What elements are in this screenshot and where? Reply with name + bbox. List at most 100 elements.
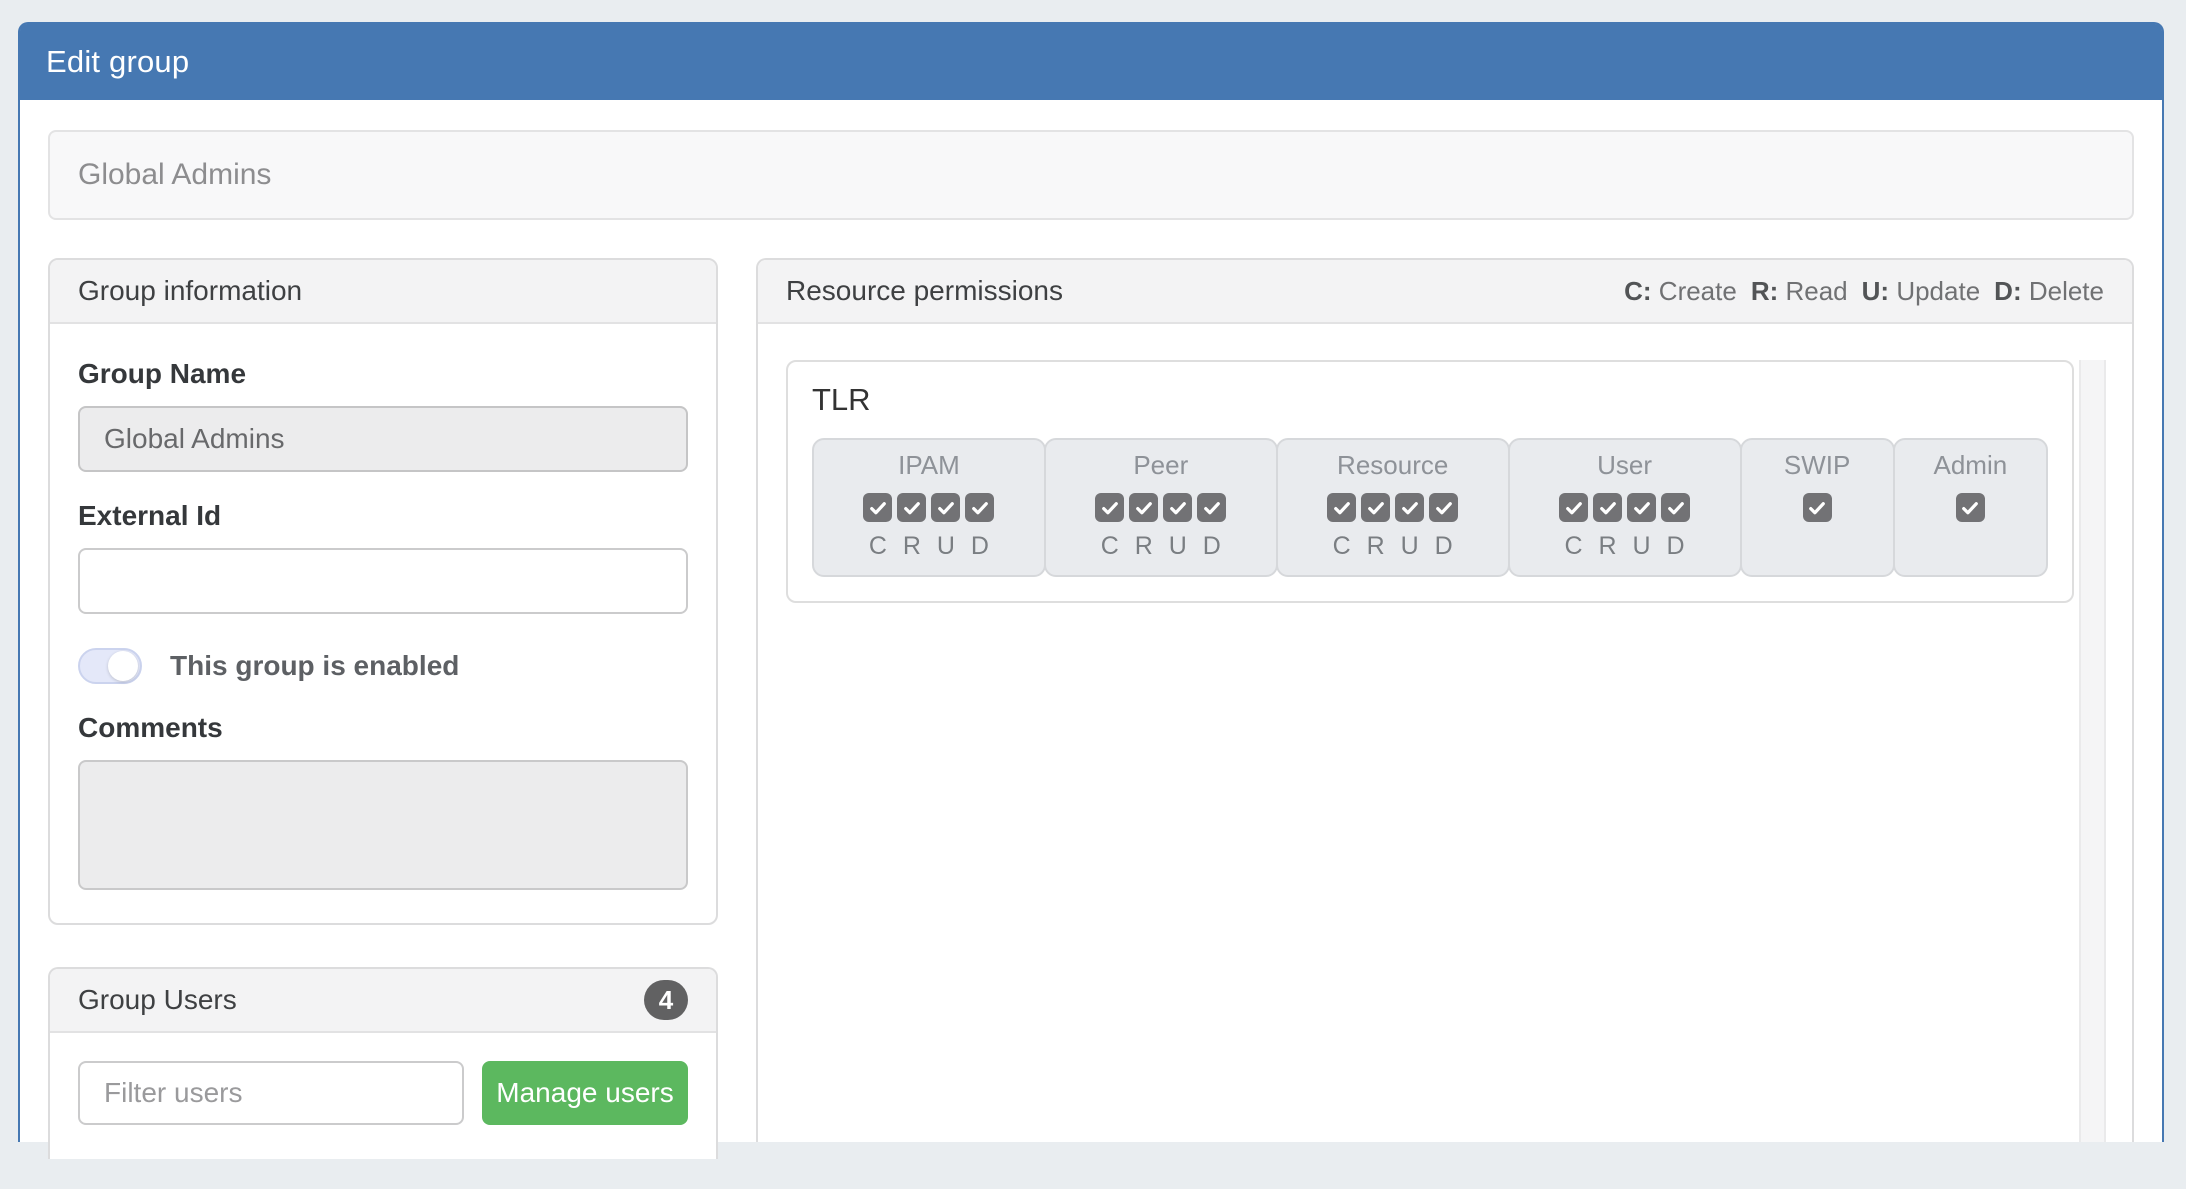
user-count-badge: 4 [644, 980, 688, 1020]
user-d-checkbox[interactable] [1661, 493, 1690, 522]
peer-r-checkbox[interactable] [1129, 493, 1158, 522]
group-name-input [78, 406, 688, 472]
resource-u-checkbox[interactable] [1395, 493, 1424, 522]
ipam-c-checkbox[interactable] [863, 493, 892, 522]
crud-letters: CRUD [1278, 532, 1508, 561]
permission-cell-resource: Resource CRUD [1276, 438, 1510, 577]
checkbox-group [1046, 493, 1276, 522]
permission-cell-ipam: IPAM CRUD [812, 438, 1046, 577]
resource-r-checkbox[interactable] [1361, 493, 1390, 522]
window-body: Group information Group Name External Id… [20, 100, 2162, 1189]
page-title: Edit group [46, 44, 189, 80]
legend-item: R: Read [1751, 276, 1848, 306]
legend-item: U: Update [1862, 276, 1981, 306]
ipam-r-checkbox[interactable] [897, 493, 926, 522]
check-icon [1134, 498, 1154, 518]
peer-c-checkbox[interactable] [1095, 493, 1124, 522]
resource-label: Resource [1278, 450, 1508, 481]
tlr-card-title: TLR [812, 382, 2048, 418]
content-columns: Group information Group Name External Id… [48, 258, 2134, 1159]
resource-permissions-title: Resource permissions [786, 275, 1063, 307]
check-icon [1632, 498, 1652, 518]
check-icon [1960, 498, 1980, 518]
check-icon [868, 498, 888, 518]
checkbox-group [1895, 493, 2046, 522]
enabled-toggle-label: This group is enabled [170, 650, 459, 682]
check-icon [936, 498, 956, 518]
peer-u-checkbox[interactable] [1163, 493, 1192, 522]
group-name-display [48, 130, 2134, 220]
external-id-label: External Id [78, 500, 688, 532]
right-column: Resource permissions C: Create R: Read U: … [756, 258, 2134, 1142]
resource-permissions-header: Resource permissions C: Create R: Read U: … [758, 260, 2132, 324]
check-icon [1168, 498, 1188, 518]
check-icon [1332, 498, 1352, 518]
check-icon [1434, 498, 1454, 518]
ipam-u-checkbox[interactable] [931, 493, 960, 522]
legend-item: C: Create [1624, 276, 1737, 306]
check-icon [1598, 498, 1618, 518]
external-id-input[interactable] [78, 548, 688, 614]
checkbox-group [1510, 493, 1740, 522]
group-users-panel: Group Users 4 Manage users [48, 967, 718, 1159]
crud-legend: C: Create R: Read U: Update D: Delete [1624, 276, 2104, 307]
filter-users-input[interactable] [78, 1061, 464, 1125]
toggle-knob [108, 651, 138, 681]
edit-group-window: Edit group Group information Group Name … [18, 22, 2164, 1142]
checkbox-group [1742, 493, 1893, 522]
check-icon [970, 498, 990, 518]
check-icon [1807, 498, 1827, 518]
group-name-label: Group Name [78, 358, 688, 390]
resource-label: User [1510, 450, 1740, 481]
ipam-d-checkbox[interactable] [965, 493, 994, 522]
resource-c-checkbox[interactable] [1327, 493, 1356, 522]
group-information-title: Group information [78, 275, 302, 307]
legend-item: D: Delete [1994, 276, 2104, 306]
group-enabled-toggle[interactable] [78, 648, 142, 684]
peer-d-checkbox[interactable] [1197, 493, 1226, 522]
checkbox-group [1278, 493, 1508, 522]
crud-letters: CRUD [1510, 532, 1740, 561]
enabled-toggle-row: This group is enabled [78, 648, 688, 684]
permission-cell-swip: SWIP [1740, 438, 1895, 577]
permission-row: IPAM CRUD Peer CRUD Resource CRUD User CRUD SWIP… [812, 438, 2048, 577]
user-r-checkbox[interactable] [1593, 493, 1622, 522]
window-titlebar: Edit group [20, 24, 2162, 100]
resource-label: Admin [1895, 450, 2046, 481]
resource-d-checkbox[interactable] [1429, 493, 1458, 522]
group-information-panel: Group information Group Name External Id… [48, 258, 718, 925]
checkbox-group [814, 493, 1044, 522]
group-users-title: Group Users [78, 984, 237, 1016]
check-icon [1202, 498, 1222, 518]
group-users-header: Group Users 4 [50, 969, 716, 1033]
check-icon [1400, 498, 1420, 518]
check-icon [1100, 498, 1120, 518]
tlr-permission-card: TLR IPAM CRUD Peer CRUD Resource CRUD User CRUD… [786, 360, 2074, 603]
resource-permissions-body: TLR IPAM CRUD Peer CRUD Resource CRUD User CRUD… [758, 324, 2132, 1142]
check-icon [902, 498, 922, 518]
permission-cell-admin: Admin [1893, 438, 2048, 577]
resource-label: Peer [1046, 450, 1276, 481]
permission-cell-user: User CRUD [1508, 438, 1742, 577]
crud-letters: CRUD [1046, 532, 1276, 561]
manage-users-button[interactable]: Manage users [482, 1061, 688, 1125]
resource-permissions-panel: Resource permissions C: Create R: Read U: … [756, 258, 2134, 1142]
vertical-scrollbar[interactable] [2079, 360, 2106, 1142]
crud-letters: CRUD [814, 532, 1044, 561]
check-icon [1564, 498, 1584, 518]
left-column: Group information Group Name External Id… [48, 258, 718, 1159]
group-users-body: Manage users [50, 1033, 716, 1153]
user-u-checkbox[interactable] [1627, 493, 1656, 522]
swip-checkbox[interactable] [1803, 493, 1832, 522]
admin-checkbox[interactable] [1956, 493, 1985, 522]
group-information-body: Group Name External Id This group is ena… [50, 324, 716, 923]
permission-cell-peer: Peer CRUD [1044, 438, 1278, 577]
resource-label: SWIP [1742, 450, 1893, 481]
group-information-header: Group information [50, 260, 716, 324]
comments-textarea [78, 760, 688, 890]
resource-label: IPAM [814, 450, 1044, 481]
comments-label: Comments [78, 712, 688, 744]
check-icon [1666, 498, 1686, 518]
user-c-checkbox[interactable] [1559, 493, 1588, 522]
check-icon [1366, 498, 1386, 518]
